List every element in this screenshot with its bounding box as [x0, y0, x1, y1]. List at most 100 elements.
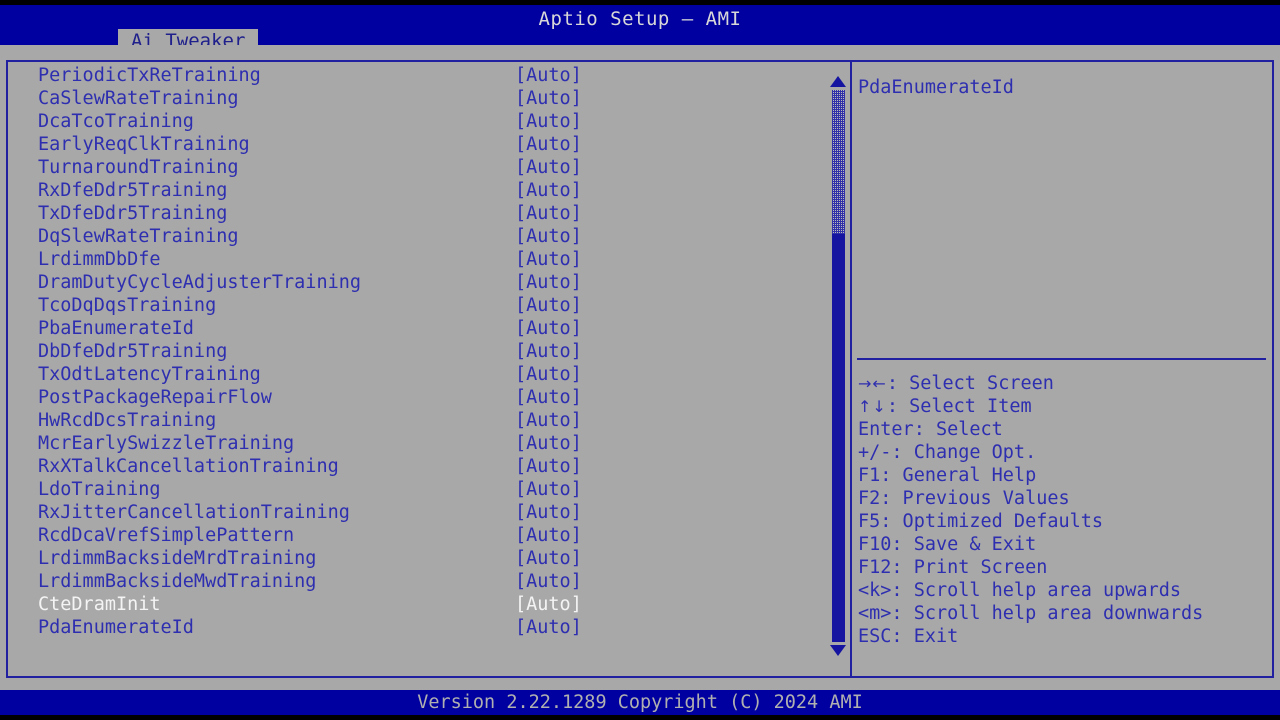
- setting-value[interactable]: [Auto]: [515, 248, 582, 271]
- setting-value[interactable]: [Auto]: [515, 225, 582, 248]
- help-key-row: →←: Select Screen: [858, 372, 1266, 395]
- setting-label: TurnaroundTraining: [38, 157, 239, 178]
- setting-label: TxOdtLatencyTraining: [38, 364, 261, 385]
- setting-row[interactable]: RcdDcaVrefSimplePattern [Auto]: [10, 524, 828, 547]
- setting-value[interactable]: [Auto]: [515, 616, 582, 639]
- setting-row[interactable]: PostPackageRepairFlow [Auto]: [10, 386, 828, 409]
- setting-value[interactable]: [Auto]: [515, 87, 582, 110]
- setting-value[interactable]: [Auto]: [515, 455, 582, 478]
- setting-row[interactable]: LrdimmBacksideMrdTraining [Auto]: [10, 547, 828, 570]
- setting-row[interactable]: RxJitterCancellationTraining [Auto]: [10, 501, 828, 524]
- setting-row[interactable]: TcoDqDqsTraining [Auto]: [10, 294, 828, 317]
- setting-value[interactable]: [Auto]: [515, 432, 582, 455]
- setting-row[interactable]: RxDfeDdr5Training [Auto]: [10, 179, 828, 202]
- settings-list[interactable]: PeriodicTxReTraining [Auto] CaSlewRateTrai…: [10, 64, 828, 668]
- help-key-row: F12: Print Screen: [858, 556, 1266, 579]
- settings-scrollbar[interactable]: [828, 64, 848, 668]
- setting-value[interactable]: [Auto]: [515, 179, 582, 202]
- setting-row[interactable]: DramDutyCycleAdjusterTraining [Auto]: [10, 271, 828, 294]
- setting-row[interactable]: PdaEnumerateId [Auto]: [10, 616, 828, 639]
- setting-value[interactable]: [Auto]: [515, 340, 582, 363]
- triangle-up-icon[interactable]: [829, 74, 847, 90]
- setting-label: DqSlewRateTraining: [38, 226, 239, 247]
- setting-row[interactable]: LrdimmBacksideMwdTraining [Auto]: [10, 570, 828, 593]
- setting-label: RxXTalkCancellationTraining: [38, 456, 339, 477]
- setting-value[interactable]: [Auto]: [515, 64, 582, 87]
- setting-label: TcoDqDqsTraining: [38, 295, 217, 316]
- help-key-row: +/-: Change Opt.: [858, 441, 1266, 464]
- setting-row[interactable]: RxXTalkCancellationTraining [Auto]: [10, 455, 828, 478]
- setting-value[interactable]: [Auto]: [515, 363, 582, 386]
- setting-value[interactable]: [Auto]: [515, 547, 582, 570]
- setting-row[interactable]: TurnaroundTraining [Auto]: [10, 156, 828, 179]
- setting-row[interactable]: LrdimmDbDfe [Auto]: [10, 248, 828, 271]
- setting-label: LrdimmBacksideMwdTraining: [38, 571, 317, 592]
- setting-label: LrdimmDbDfe: [38, 249, 161, 270]
- setting-row[interactable]: TxOdtLatencyTraining [Auto]: [10, 363, 828, 386]
- setting-row[interactable]: McrEarlySwizzleTraining [Auto]: [10, 432, 828, 455]
- help-key-text: <m>: Scroll help area downwards: [858, 603, 1204, 624]
- setting-value[interactable]: [Auto]: [515, 478, 582, 501]
- setting-label: DramDutyCycleAdjusterTraining: [38, 272, 362, 293]
- bios-setup-screen: Aptio Setup – AMI Ai Tweaker PeriodicTxR…: [0, 0, 1280, 720]
- setting-value[interactable]: [Auto]: [515, 501, 582, 524]
- setting-row[interactable]: EarlyReqClkTraining [Auto]: [10, 133, 828, 156]
- setting-label: RxDfeDdr5Training: [38, 180, 228, 201]
- setting-label: DcaTcoTraining: [38, 111, 194, 132]
- setting-label: RcdDcaVrefSimplePattern: [38, 525, 295, 546]
- setting-label: DbDfeDdr5Training: [38, 341, 228, 362]
- setting-label: LdoTraining: [38, 479, 161, 500]
- setting-value[interactable]: [Auto]: [515, 110, 582, 133]
- setting-value[interactable]: [Auto]: [515, 593, 582, 616]
- setting-label: PostPackageRepairFlow: [38, 387, 272, 408]
- help-key-text: F10: Save & Exit: [858, 534, 1037, 555]
- setting-row[interactable]: DbDfeDdr5Training [Auto]: [10, 340, 828, 363]
- setting-value[interactable]: [Auto]: [515, 317, 582, 340]
- setting-label: HwRcdDcsTraining: [38, 410, 217, 431]
- setting-row[interactable]: HwRcdDcsTraining [Auto]: [10, 409, 828, 432]
- setting-value[interactable]: [Auto]: [515, 570, 582, 593]
- scrollbar-thumb[interactable]: [832, 234, 845, 642]
- setting-value[interactable]: [Auto]: [515, 133, 582, 156]
- help-key-row: F10: Save & Exit: [858, 533, 1266, 556]
- setting-label: PdaEnumerateId: [38, 617, 194, 638]
- setting-row[interactable]: LdoTraining [Auto]: [10, 478, 828, 501]
- setting-row[interactable]: TxDfeDdr5Training [Auto]: [10, 202, 828, 225]
- arrow-keys-icon: ↑↓: [858, 397, 887, 416]
- help-key-row: Enter: Select: [858, 418, 1266, 441]
- setting-row[interactable]: DqSlewRateTraining [Auto]: [10, 225, 828, 248]
- setting-row[interactable]: PbaEnumerateId [Auto]: [10, 317, 828, 340]
- help-key-row: F1: General Help: [858, 464, 1266, 487]
- arrow-keys-icon: →←: [858, 374, 887, 393]
- setting-row[interactable]: DcaTcoTraining [Auto]: [10, 110, 828, 133]
- triangle-down-icon[interactable]: [829, 642, 847, 658]
- help-key-row: F2: Previous Values: [858, 487, 1266, 510]
- setting-label: TxDfeDdr5Training: [38, 203, 228, 224]
- setting-row[interactable]: CteDramInit [Auto]: [10, 593, 828, 616]
- setting-value[interactable]: [Auto]: [515, 156, 582, 179]
- setting-value[interactable]: [Auto]: [515, 271, 582, 294]
- help-key-row: ESC: Exit: [858, 625, 1266, 648]
- setting-label: CaSlewRateTraining: [38, 88, 239, 109]
- setting-value[interactable]: [Auto]: [515, 409, 582, 432]
- setting-value[interactable]: [Auto]: [515, 524, 582, 547]
- help-key-text: : Select Item: [886, 396, 1032, 417]
- help-key-text: F12: Print Screen: [858, 557, 1048, 578]
- setting-label: CteDramInit: [38, 594, 161, 615]
- setting-row[interactable]: PeriodicTxReTraining [Auto]: [10, 64, 828, 87]
- setting-value[interactable]: [Auto]: [515, 202, 582, 225]
- help-key-row: ↑↓: Select Item: [858, 395, 1266, 418]
- help-title: PdaEnumerateId: [858, 77, 1014, 98]
- setting-value[interactable]: [Auto]: [515, 294, 582, 317]
- setting-label: RxJitterCancellationTraining: [38, 502, 350, 523]
- help-key-row: <k>: Scroll help area upwards: [858, 579, 1266, 602]
- help-key-text: F2: Previous Values: [858, 488, 1070, 509]
- setting-label: LrdimmBacksideMrdTraining: [38, 548, 317, 569]
- help-divider: [857, 358, 1266, 360]
- footer-version: Version 2.22.1289 Copyright (C) 2024 AMI: [417, 692, 863, 713]
- setting-value[interactable]: [Auto]: [515, 386, 582, 409]
- setting-label: PbaEnumerateId: [38, 318, 194, 339]
- help-key-text: Enter: Select: [858, 419, 1003, 440]
- setting-row[interactable]: CaSlewRateTraining [Auto]: [10, 87, 828, 110]
- setting-label: EarlyReqClkTraining: [38, 134, 250, 155]
